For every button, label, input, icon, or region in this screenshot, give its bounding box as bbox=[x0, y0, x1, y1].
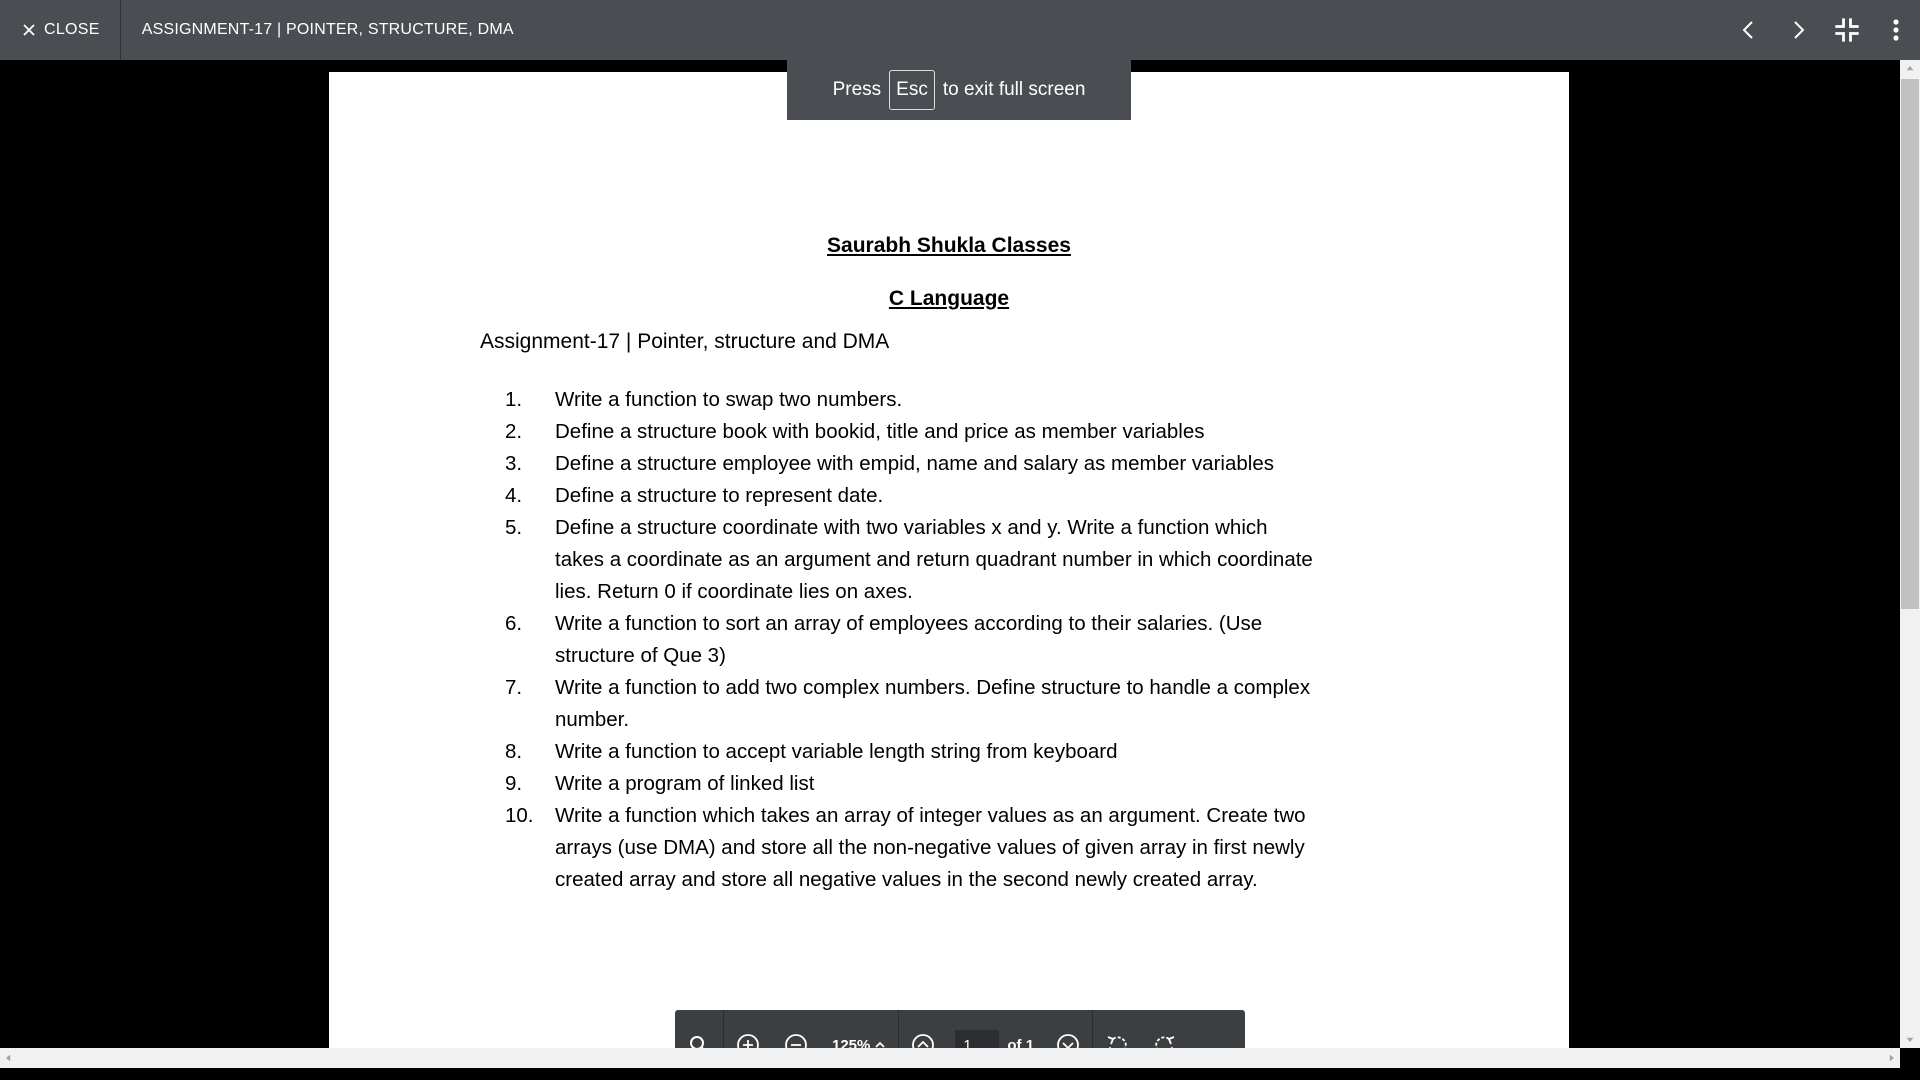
document-viewport[interactable]: Saurabh Shukla Classes C Language Assign… bbox=[0, 60, 1900, 1048]
zoom-out-button[interactable] bbox=[772, 1010, 820, 1048]
scroll-down-arrow-icon[interactable] bbox=[1900, 1031, 1920, 1048]
list-item: 7. Write a function to add two complex nu… bbox=[329, 672, 1315, 736]
fullscreen-toast: Press Esc to exit full screen bbox=[787, 60, 1131, 120]
question-number: 4. bbox=[505, 484, 523, 507]
question-number: 3. bbox=[505, 452, 523, 475]
question-number: 5. bbox=[505, 516, 523, 539]
zoom-in-icon bbox=[737, 1034, 759, 1048]
close-icon bbox=[23, 24, 35, 36]
close-label: CLOSE bbox=[44, 21, 100, 38]
pdf-page: Saurabh Shukla Classes C Language Assign… bbox=[329, 72, 1569, 1048]
question-text: Write a function to accept variable leng… bbox=[555, 740, 1118, 763]
assignment-title: Assignment-17 | Pointer, structure and D… bbox=[480, 330, 890, 353]
vertical-scrollbar-thumb[interactable] bbox=[1901, 79, 1919, 609]
toast-prefix: Press bbox=[832, 79, 882, 100]
rotate-left-icon bbox=[1107, 1036, 1127, 1048]
document-subheading: C Language bbox=[888, 287, 1010, 310]
rotate-left-button[interactable] bbox=[1093, 1010, 1141, 1048]
document-heading: Saurabh Shukla Classes bbox=[827, 234, 1071, 257]
list-item: 1. Write a function to swap two numbers. bbox=[329, 384, 1315, 416]
question-text: Write a function which takes an array of… bbox=[555, 804, 1306, 891]
toast-suffix: to exit full screen bbox=[942, 79, 1086, 100]
question-number: 6. bbox=[505, 612, 523, 635]
close-button[interactable]: CLOSE bbox=[0, 0, 121, 60]
page-number-input[interactable] bbox=[955, 1030, 1000, 1048]
bottom-edge bbox=[0, 1068, 1920, 1080]
scroll-right-arrow-icon[interactable] bbox=[1883, 1048, 1900, 1068]
search-group bbox=[675, 1010, 724, 1048]
next-page-button[interactable] bbox=[1044, 1010, 1092, 1048]
viewer-topbar: CLOSE ASSIGNMENT-17 | POINTER, STRUCTURE… bbox=[0, 0, 1920, 60]
questions-list: 1. Write a function to swap two numbers. … bbox=[329, 384, 1315, 896]
page-nav-group: of 1 bbox=[899, 1010, 1094, 1049]
question-text: Write a function to swap two numbers. bbox=[555, 388, 903, 411]
question-text: Define a structure employee with empid, … bbox=[555, 452, 1274, 475]
question-number: 8. bbox=[505, 740, 523, 763]
list-item: 2. Define a structure book with bookid, t… bbox=[329, 416, 1315, 448]
list-item: 8. Write a function to accept variable le… bbox=[329, 736, 1315, 768]
chevron-up-circle-icon bbox=[912, 1034, 935, 1048]
scroll-up-arrow-icon[interactable] bbox=[1900, 60, 1920, 77]
zoom-level-value: 125% bbox=[832, 1036, 871, 1049]
question-text: Define a structure to represent date. bbox=[555, 484, 884, 507]
exit-fullscreen-button[interactable] bbox=[1822, 0, 1871, 60]
search-icon bbox=[690, 1036, 704, 1048]
more-vert-icon bbox=[1892, 19, 1899, 41]
question-text: Define a structure book with bookid, tit… bbox=[555, 420, 1205, 443]
next-button[interactable] bbox=[1773, 0, 1822, 60]
rotate-right-button[interactable] bbox=[1141, 1010, 1189, 1048]
topbar-actions bbox=[1724, 0, 1920, 60]
pdf-toolbar: 125% of 1 bbox=[675, 1010, 1245, 1048]
list-item: 3. Define a structure employee with empid… bbox=[329, 448, 1315, 480]
question-text: Write a function to sort an array of emp… bbox=[555, 612, 1263, 667]
zoom-out-icon bbox=[785, 1034, 807, 1048]
exit-fullscreen-icon bbox=[1834, 18, 1859, 42]
chevron-down-circle-icon bbox=[1057, 1034, 1079, 1048]
previous-button[interactable] bbox=[1724, 0, 1773, 60]
list-item: 5. Define a structure coordinate with two… bbox=[329, 512, 1315, 608]
question-text: Define a structure coordinate with two v… bbox=[555, 516, 1313, 603]
list-item: 4. Define a structure to represent date. bbox=[329, 480, 1315, 512]
question-number: 1. bbox=[505, 388, 523, 411]
document-title: ASSIGNMENT-17 | POINTER, STRUCTURE, DMA bbox=[141, 21, 514, 38]
rotate-right-icon bbox=[1155, 1036, 1175, 1048]
esc-key: Esc bbox=[889, 70, 935, 110]
zoom-group: 125% bbox=[724, 1010, 900, 1049]
horizontal-scrollbar[interactable] bbox=[0, 1048, 1900, 1068]
chevron-left-icon bbox=[1742, 21, 1753, 39]
search-button[interactable] bbox=[675, 1010, 723, 1048]
page-total-label: of 1 bbox=[1007, 1036, 1035, 1049]
zoom-in-button[interactable] bbox=[724, 1010, 772, 1048]
question-number: 9. bbox=[505, 772, 523, 795]
chevron-right-icon bbox=[1793, 21, 1804, 39]
question-number: 10. bbox=[505, 804, 534, 827]
list-item: 9. Write a program of linked list bbox=[329, 768, 1315, 800]
list-item: 10. Write a function which takes an array… bbox=[329, 800, 1315, 896]
question-text: Write a program of linked list bbox=[555, 772, 815, 795]
more-options-button[interactable] bbox=[1871, 0, 1920, 60]
rotate-group bbox=[1093, 1010, 1189, 1048]
list-item: 6. Write a function to sort an array of e… bbox=[329, 608, 1315, 672]
question-number: 2. bbox=[505, 420, 523, 443]
previous-page-button[interactable] bbox=[899, 1010, 947, 1048]
scroll-left-arrow-icon[interactable] bbox=[0, 1048, 17, 1068]
question-text: Write a function to add two complex numb… bbox=[555, 676, 1311, 731]
question-number: 7. bbox=[505, 676, 523, 699]
chevron-up-icon bbox=[875, 1041, 886, 1048]
zoom-level-dropdown[interactable]: 125% bbox=[820, 1036, 898, 1049]
